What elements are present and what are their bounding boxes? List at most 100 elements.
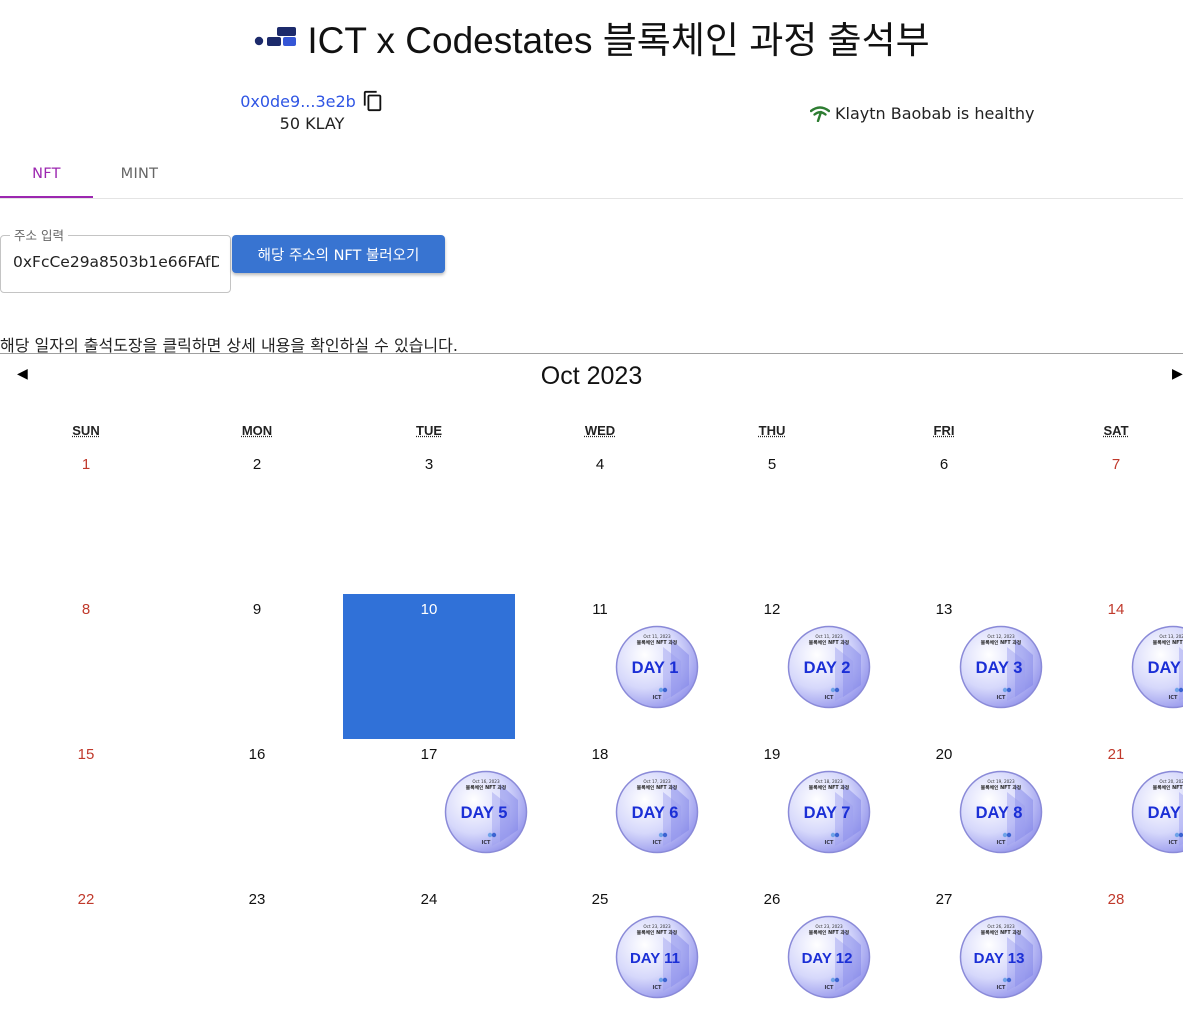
calendar-day-13[interactable]: 13Oct 12, 2023블록체인 NFT 과정DAY 3ICT: [858, 594, 1030, 739]
stamp-date-text: Oct 11, 2023: [815, 634, 843, 639]
stamp-course-text: 블록체인 NFT 과정: [981, 639, 1021, 646]
stamp-date-text: Oct 17, 2023: [643, 779, 671, 784]
attendance-stamp[interactable]: Oct 13, 2023블록체인 NFT 과정DAY 4ICT: [1131, 625, 1183, 709]
calendar-day-3[interactable]: 3: [343, 449, 515, 594]
network-status: Klaytn Baobab is healthy: [810, 104, 1034, 123]
account-address-link[interactable]: 0x0de9...3e2b: [240, 92, 356, 111]
calendar-day-22[interactable]: 22: [0, 884, 172, 1029]
account-address-row: 0x0de9...3e2b: [222, 90, 402, 112]
calendar-day-19[interactable]: 19Oct 18, 2023블록체인 NFT 과정DAY 7ICT: [686, 739, 858, 884]
calendar-day-number: 12: [686, 601, 858, 618]
calendar-day-14[interactable]: 14Oct 13, 2023블록체인 NFT 과정DAY 4ICT: [1030, 594, 1183, 739]
copy-icon[interactable]: [362, 90, 384, 112]
calendar-day-21[interactable]: 21 Oct 20, 2023블록체인 NFT 과정 DAY 9 ICT: [1030, 739, 1183, 884]
calendar-day-number: 2: [171, 456, 343, 473]
stamp-day-label: DAY 11: [630, 950, 680, 967]
weekday-label: MON: [171, 423, 343, 438]
stamp-course-text: 블록체인 NFT 과정: [1153, 784, 1183, 791]
stamp-course-text: 블록체인 NFT 과정: [809, 929, 849, 936]
load-nft-button[interactable]: 해당 주소의 NFT 불러오기: [232, 235, 445, 273]
next-month-icon[interactable]: ▶: [1172, 366, 1183, 382]
logo-icon: [253, 25, 297, 49]
calendar-day-number: 11: [514, 601, 686, 618]
stamp-day-label: DAY 4: [1148, 659, 1183, 677]
tab-mint[interactable]: MINT: [93, 151, 186, 196]
tab-nft[interactable]: NFT: [0, 151, 93, 198]
page-header: ICT x Codestates 블록체인 과정 출석부: [0, 12, 1183, 62]
calendar-day-5[interactable]: 5: [686, 449, 858, 594]
calendar-day-number: 19: [686, 746, 858, 763]
calendar-day-4[interactable]: 4: [514, 449, 686, 594]
calendar-day-18[interactable]: 18Oct 17, 2023블록체인 NFT 과정DAY 6ICT: [514, 739, 686, 884]
calendar-day-2[interactable]: 2: [171, 449, 343, 594]
stamp-day-label: DAY 13: [974, 950, 1025, 967]
calendar-day-24[interactable]: 24: [343, 884, 515, 1029]
calendar-day-number: 8: [0, 601, 172, 618]
calendar-day-6[interactable]: 6: [858, 449, 1030, 594]
stamp-date-text: Oct 12, 2023: [987, 634, 1015, 639]
calendar-day-23[interactable]: 23: [171, 884, 343, 1029]
calendar-day-15[interactable]: 15: [0, 739, 172, 884]
stamp-org-text: ICT: [825, 695, 835, 701]
calendar-day-28[interactable]: 28: [1030, 884, 1183, 1029]
weekday-header: SUN MON TUE WED THU FRI SAT: [0, 423, 1183, 443]
stamp-org-text: ICT: [997, 840, 1007, 846]
calendar-day-8[interactable]: 8: [0, 594, 172, 739]
calendar-day-number: 23: [171, 891, 343, 908]
calendar-day-1[interactable]: 1: [0, 449, 172, 594]
calendar-day-number: 24: [343, 891, 515, 908]
stamp-day-label: DAY 2: [804, 659, 851, 677]
calendar-day-number: 26: [686, 891, 858, 908]
stamp-org-text: ICT: [997, 985, 1007, 991]
stamp-org-text: ICT: [1169, 840, 1179, 846]
calendar-day-number: 10: [343, 601, 515, 618]
stamp-org-text: ICT: [1169, 695, 1179, 701]
stamp-date-text: Oct 20, 2023: [1159, 779, 1183, 784]
network-status-text: Klaytn Baobab is healthy: [835, 104, 1034, 123]
stamp-org-text: ICT: [825, 985, 835, 991]
calendar-day-number: 21: [1030, 746, 1183, 763]
stamp-day-label: DAY 6: [632, 804, 679, 822]
calendar-day-11[interactable]: 11Oct 11, 2023블록체인 NFT 과정DAY 1ICT: [514, 594, 686, 739]
calendar-day-12[interactable]: 12Oct 11, 2023블록체인 NFT 과정DAY 2ICT: [686, 594, 858, 739]
calendar-divider: [0, 353, 1183, 354]
calendar-day-9[interactable]: 9: [171, 594, 343, 739]
calendar-day-number: 4: [514, 456, 686, 473]
attendance-stamp[interactable]: Oct 20, 2023블록체인 NFT 과정 DAY 9 ICT: [1131, 770, 1183, 854]
stamp-day-label: DAY 9: [1148, 804, 1183, 822]
account-balance: 50 KLAY: [222, 114, 402, 133]
calendar-day-25[interactable]: 25Oct 23, 2023블록체인 NFT 과정DAY 11ICT: [514, 884, 686, 1029]
stamp-org-text: ICT: [653, 985, 663, 991]
calendar-day-number: 28: [1030, 891, 1183, 908]
calendar-day-number: 3: [343, 456, 515, 473]
weekday-label: FRI: [858, 423, 1030, 438]
stamp-date-text: Oct 11, 2023: [643, 634, 671, 639]
calendar-day-number: 25: [514, 891, 686, 908]
stamp-day-label: DAY 7: [804, 804, 851, 822]
weekday-label: THU: [686, 423, 858, 438]
calendar-day-number: 18: [514, 746, 686, 763]
calendar-day-20[interactable]: 20Oct 19, 2023블록체인 NFT 과정DAY 8ICT: [858, 739, 1030, 884]
address-input[interactable]: [13, 253, 219, 271]
stamp-course-text: 블록체인 NFT 과정: [637, 784, 677, 791]
calendar-day-26[interactable]: 26Oct 23, 2023블록체인 NFT 과정DAY 12ICT: [686, 884, 858, 1029]
stamp-day-label: DAY 5: [461, 804, 508, 822]
calendar-day-16[interactable]: 16: [171, 739, 343, 884]
calendar-day-7[interactable]: 7: [1030, 449, 1183, 594]
network-signal-icon: [810, 106, 830, 122]
calendar-day-10[interactable]: 10: [343, 594, 515, 739]
stamp-org-text: ICT: [482, 840, 492, 846]
stamp-day-label: DAY 3: [976, 659, 1023, 677]
calendar-day-number: 7: [1030, 456, 1183, 473]
calendar-day-number: 14: [1030, 601, 1183, 618]
weekday-label: WED: [514, 423, 686, 438]
stamp-date-text: Oct 19, 2023: [987, 779, 1015, 784]
stamp-course-text: 블록체인 NFT 과정: [1153, 639, 1183, 646]
page-title: ICT x Codestates 블록체인 과정 출석부: [307, 10, 929, 64]
stamp-date-text: Oct 23, 2023: [643, 924, 671, 929]
calendar-day-27[interactable]: 27Oct 26, 2023블록체인 NFT 과정DAY 13ICT: [858, 884, 1030, 1029]
calendar-day-17[interactable]: 17Oct 16, 2023블록체인 NFT 과정DAY 5ICT: [343, 739, 515, 884]
calendar-day-number: 9: [171, 601, 343, 618]
stamp-org-text: ICT: [825, 840, 835, 846]
stamp-course-text: 블록체인 NFT 과정: [981, 784, 1021, 791]
